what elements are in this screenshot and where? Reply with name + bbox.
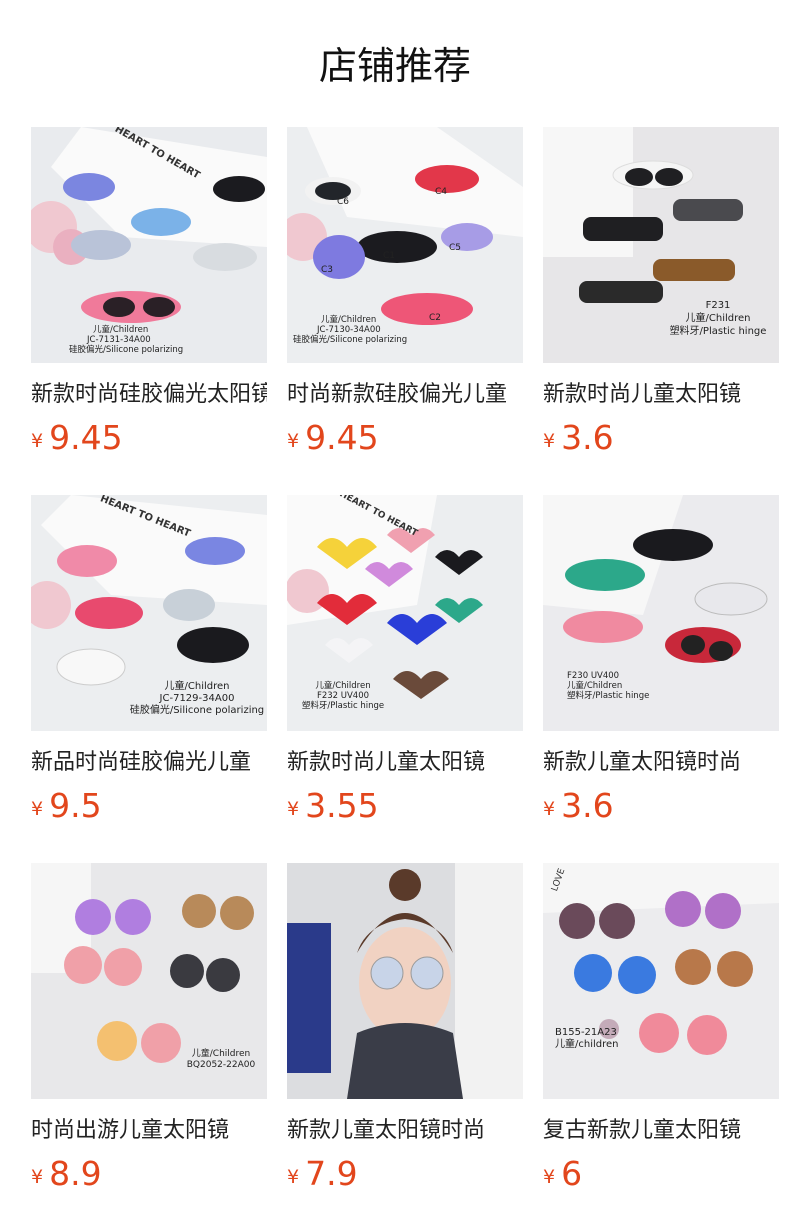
color-code-label: C3 bbox=[321, 265, 334, 275]
image-label: F231 bbox=[705, 300, 731, 311]
price-value: 3.6 bbox=[561, 786, 614, 825]
currency-symbol: ¥ bbox=[287, 430, 300, 452]
image-label: BQ2052-22A00 bbox=[186, 1060, 256, 1070]
product-image[interactable]: 儿童/Children BQ2052-22A00 bbox=[31, 863, 267, 1099]
image-label: JC-7129-34A00 bbox=[159, 693, 235, 704]
color-code-label: C6 bbox=[337, 197, 350, 207]
image-label: 硅胶偏光/Silicone polarizing bbox=[69, 345, 184, 355]
product-grid: 儿童/Children JC-7131-34A00 硅胶偏光/Silicone … bbox=[31, 127, 779, 1231]
price-value: 7.9 bbox=[305, 1154, 358, 1193]
image-label: B155-21A23 bbox=[555, 1027, 617, 1038]
product-card[interactable]: 儿童/Children JC-7129-34A00 硅胶偏光/Silicone … bbox=[31, 495, 267, 863]
image-label: 塑料牙/Plastic hinge bbox=[301, 701, 385, 711]
image-label: 儿童/children bbox=[555, 1039, 619, 1050]
price-value: 3.55 bbox=[305, 786, 379, 825]
product-price: ¥7.9 bbox=[287, 1154, 523, 1194]
product-price: ¥6 bbox=[543, 1154, 779, 1194]
product-price: ¥9.5 bbox=[31, 786, 267, 826]
page-title: 店铺推荐 bbox=[318, 44, 471, 88]
image-label: 塑料牙/Plastic hinge bbox=[567, 691, 650, 701]
product-price: ¥3.6 bbox=[543, 418, 779, 458]
image-label: 儿童/Children bbox=[321, 315, 377, 325]
currency-symbol: ¥ bbox=[543, 1166, 556, 1188]
product-image[interactable]: 儿童/Children JC-7129-34A00 硅胶偏光/Silicone … bbox=[31, 495, 267, 731]
product-name[interactable]: 时尚新款硅胶偏光儿童 bbox=[287, 382, 523, 408]
product-image[interactable] bbox=[287, 863, 523, 1099]
image-label: JC-7131-34A00 bbox=[87, 335, 151, 345]
product-price: ¥9.45 bbox=[287, 418, 523, 458]
product-name[interactable]: 新款儿童太阳镜时尚 bbox=[543, 750, 779, 776]
color-code-label: C4 bbox=[435, 187, 448, 197]
currency-symbol: ¥ bbox=[31, 1166, 44, 1188]
price-value: 6 bbox=[561, 1154, 583, 1193]
image-label: 儿童/Children bbox=[191, 1049, 251, 1059]
currency-symbol: ¥ bbox=[543, 798, 556, 820]
product-price: ¥8.9 bbox=[31, 1154, 267, 1194]
product-image[interactable]: B155-21A23 儿童/children LOVE bbox=[543, 863, 779, 1099]
color-code-label: C1 bbox=[383, 251, 396, 261]
product-image[interactable]: F230 UV400 儿童/Children 塑料牙/Plastic hinge bbox=[543, 495, 779, 731]
image-label: 硅胶偏光/Silicone polarizing bbox=[293, 335, 408, 345]
product-card[interactable]: B155-21A23 儿童/children LOVE 复古新款儿童太阳镜 ¥6 bbox=[543, 863, 779, 1231]
product-name[interactable]: 新款时尚硅胶偏光太阳镜 bbox=[31, 382, 267, 408]
image-label: 硅胶偏光/Silicone polarizing bbox=[129, 705, 265, 716]
price-value: 8.9 bbox=[49, 1154, 102, 1193]
currency-symbol: ¥ bbox=[287, 798, 300, 820]
product-name[interactable]: 时尚出游儿童太阳镜 bbox=[31, 1118, 267, 1144]
product-image[interactable]: 儿童/Children F232 UV400 塑料牙/Plastic hinge… bbox=[287, 495, 523, 731]
product-card[interactable]: 新款儿童太阳镜时尚 ¥7.9 bbox=[287, 863, 523, 1231]
product-card[interactable]: 儿童/Children JC-7131-34A00 硅胶偏光/Silicone … bbox=[31, 127, 267, 495]
product-name[interactable]: 复古新款儿童太阳镜 bbox=[543, 1118, 779, 1144]
product-price: ¥3.6 bbox=[543, 786, 779, 826]
product-card[interactable]: C6 C4 C1 C5 C3 C2 儿童/Children JC-7130-34… bbox=[287, 127, 523, 495]
image-label: 儿童/Children bbox=[93, 325, 149, 335]
color-code-label: C5 bbox=[449, 243, 462, 253]
product-name[interactable]: 新品时尚硅胶偏光儿童 bbox=[31, 750, 267, 776]
currency-symbol: ¥ bbox=[287, 1166, 300, 1188]
image-label: 儿童/Children bbox=[567, 681, 623, 691]
product-price: ¥3.55 bbox=[287, 786, 523, 826]
price-value: 9.45 bbox=[305, 418, 379, 457]
currency-symbol: ¥ bbox=[543, 430, 556, 452]
product-name[interactable]: 新款时尚儿童太阳镜 bbox=[287, 750, 523, 776]
product-card[interactable]: F231 儿童/Children 塑料牙/Plastic hinge 新款时尚儿… bbox=[543, 127, 779, 495]
image-label: 儿童/Children bbox=[685, 313, 751, 324]
product-card[interactable]: F230 UV400 儿童/Children 塑料牙/Plastic hinge… bbox=[543, 495, 779, 863]
product-card[interactable]: 儿童/Children BQ2052-22A00 时尚出游儿童太阳镜 ¥8.9 bbox=[31, 863, 267, 1231]
product-name[interactable]: 新款时尚儿童太阳镜 bbox=[543, 382, 779, 408]
product-price: ¥9.45 bbox=[31, 418, 267, 458]
product-name[interactable]: 新款儿童太阳镜时尚 bbox=[287, 1118, 523, 1144]
price-value: 3.6 bbox=[561, 418, 614, 457]
price-value: 9.45 bbox=[49, 418, 123, 457]
product-image[interactable]: C6 C4 C1 C5 C3 C2 儿童/Children JC-7130-34… bbox=[287, 127, 523, 363]
product-card[interactable]: 儿童/Children F232 UV400 塑料牙/Plastic hinge… bbox=[287, 495, 523, 863]
image-label: JC-7130-34A00 bbox=[317, 325, 381, 335]
image-label: 儿童/Children bbox=[315, 681, 371, 691]
currency-symbol: ¥ bbox=[31, 798, 44, 820]
image-label: 塑料牙/Plastic hinge bbox=[669, 326, 767, 337]
product-image[interactable]: F231 儿童/Children 塑料牙/Plastic hinge bbox=[543, 127, 779, 363]
image-label: 儿童/Children bbox=[164, 681, 230, 692]
image-label: F232 UV400 bbox=[316, 691, 370, 701]
product-image[interactable]: 儿童/Children JC-7131-34A00 硅胶偏光/Silicone … bbox=[31, 127, 267, 363]
image-label: F230 UV400 bbox=[567, 671, 620, 681]
currency-symbol: ¥ bbox=[31, 430, 44, 452]
price-value: 9.5 bbox=[49, 786, 102, 825]
